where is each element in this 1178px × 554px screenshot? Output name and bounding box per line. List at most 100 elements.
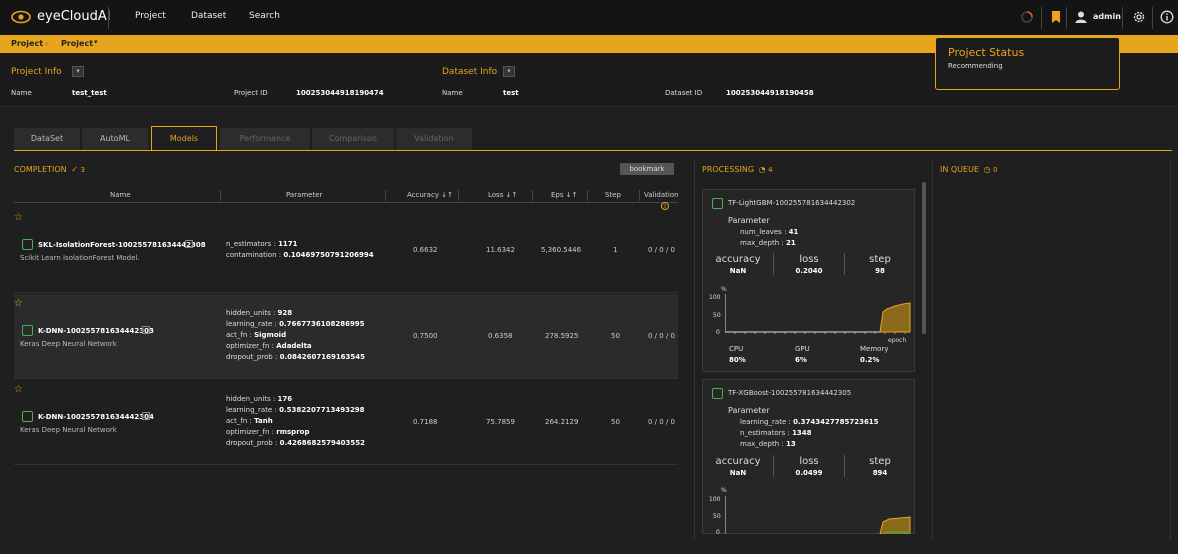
col-accuracy[interactable]: Accuracy ↓↑: [407, 191, 453, 199]
divider: [694, 160, 695, 540]
tab-models[interactable]: Models: [151, 126, 217, 150]
processing-card[interactable]: TF-LightGBM-100255781634442302 Parameter…: [702, 189, 915, 372]
col-eps[interactable]: Eps ↓↑: [551, 191, 577, 199]
usage-gpu: GPU 6%: [795, 345, 810, 364]
divider: [1041, 7, 1042, 29]
model-desc: Keras Deep Neural Network: [20, 426, 117, 434]
loss-value: 75.7859: [486, 418, 515, 426]
step-value: 50: [611, 332, 620, 340]
processing-count: 4: [768, 166, 773, 174]
project-status-popup: Project Status Recommending: [935, 37, 1120, 90]
divider: [220, 190, 221, 201]
col-validation: Validation: [644, 191, 679, 199]
table-row[interactable]: ☆ SKL-IsolationForest-100255781634442308…: [14, 208, 678, 293]
eps-value: 278.5925: [545, 332, 579, 340]
model-name[interactable]: SKL-IsolationForest-100255781634442308: [38, 241, 206, 249]
popup-status: Recommending: [948, 62, 1003, 70]
project-id-value: 100253044918190474: [296, 89, 384, 97]
edit-icon[interactable]: [185, 240, 193, 248]
model-chip-icon: [712, 198, 723, 209]
user-name[interactable]: admin: [1093, 12, 1121, 21]
params: n_estimators : 1171 contamination : 0.10…: [226, 240, 374, 259]
model-name[interactable]: K-DNN-100255781634442304: [38, 413, 154, 421]
col-name: Name: [110, 191, 131, 199]
tab-dataset[interactable]: DataSet: [14, 128, 80, 150]
metric-step: step 98: [869, 254, 891, 275]
star-icon[interactable]: ☆: [14, 298, 23, 309]
breadcrumb-separator: ›: [45, 39, 49, 48]
param-line: num_leaves : 41: [740, 228, 799, 236]
params: hidden_units : 176 learning_rate : 0.538…: [226, 395, 366, 447]
usage-cpu: CPU 80%: [729, 345, 746, 364]
user-icon[interactable]: [1074, 10, 1088, 24]
nav-dataset[interactable]: Dataset: [191, 11, 226, 21]
col-step: Step: [605, 191, 621, 199]
app-name: eyeCloudAI: [37, 9, 111, 24]
divider: [1122, 7, 1123, 29]
completion-header: COMPLETION ✓ 3: [14, 165, 85, 174]
dataset-id-label: Dataset ID: [665, 89, 703, 97]
nav-search[interactable]: Search: [249, 11, 280, 21]
divider: [108, 7, 109, 29]
param-line: max_depth : 13: [740, 440, 796, 448]
processing-card[interactable]: TF-XGBoost-100255781634442305 Parameter …: [702, 379, 915, 536]
model-chip-icon: [712, 388, 723, 399]
sort-icon: ↓↑: [505, 191, 518, 199]
validation-value: 0 / 0 / 0: [648, 332, 675, 340]
model-name[interactable]: K-DNN-100255781634442303: [38, 327, 154, 335]
col-loss[interactable]: Loss ↓↑: [488, 191, 517, 199]
app-logo[interactable]: eyeCloudAI: [11, 9, 111, 24]
chart-tick: 100: [709, 294, 721, 301]
usage-chart: [725, 294, 911, 334]
edit-icon[interactable]: [142, 412, 150, 420]
tab-performance[interactable]: Performance: [220, 128, 310, 150]
gear-icon[interactable]: [1132, 10, 1146, 24]
check-circle-icon: ✓: [71, 165, 78, 174]
chart-tick: 100: [709, 496, 721, 503]
edit-icon[interactable]: [142, 326, 150, 334]
project-name-value: test_test: [72, 89, 107, 97]
scrollbar[interactable]: [922, 182, 926, 334]
popup-title: Project Status: [948, 46, 1025, 59]
tab-automl[interactable]: AutoML: [82, 128, 148, 150]
tab-comparison[interactable]: Comparison: [312, 128, 394, 150]
star-icon[interactable]: ☆: [14, 384, 23, 395]
metric-loss: loss 0.2040: [795, 254, 823, 275]
table-header: Name Parameter Accuracy ↓↑ Loss ↓↑ Eps ↓…: [14, 187, 679, 210]
param-line: learning_rate : 0.3743427785723615: [740, 418, 879, 426]
chevron-down-icon[interactable]: ▾: [94, 38, 98, 46]
table-row[interactable]: ☆ K-DNN-100255781634442303 Keras Deep Ne…: [14, 294, 678, 379]
dataset-name-label: Name: [442, 89, 463, 97]
metric-loss: loss 0.0499: [795, 456, 823, 477]
tab-validation[interactable]: Validation: [396, 128, 472, 150]
param-title: Parameter: [728, 216, 770, 225]
star-icon[interactable]: ☆: [14, 212, 23, 223]
chart-unit: %: [721, 487, 727, 494]
table-row[interactable]: ☆ K-DNN-100255781634442304 Keras Deep Ne…: [14, 380, 678, 465]
metric-step: step 894: [869, 456, 891, 477]
bookmark-button[interactable]: bookmark: [620, 163, 674, 175]
divider: [1152, 7, 1153, 29]
loss-value: 11.6342: [486, 246, 515, 254]
card-model-name: TF-XGBoost-100255781634442305: [728, 389, 852, 397]
eps-value: 264.2129: [545, 418, 579, 426]
bookmark-icon[interactable]: [1049, 10, 1063, 24]
chart-xlabel: epoch: [888, 337, 907, 344]
completion-count: 3: [80, 166, 85, 174]
param-title: Parameter: [728, 406, 770, 415]
divider: [458, 190, 459, 201]
breadcrumb-current[interactable]: Project: [61, 39, 93, 48]
chart-unit: %: [721, 286, 727, 293]
chart-tick: 50: [713, 312, 721, 319]
chevron-down-icon[interactable]: ▾: [72, 66, 84, 77]
dataset-id-value: 100253044918190458: [726, 89, 814, 97]
chevron-down-icon[interactable]: ▾: [503, 66, 515, 77]
loading-icon: ◔: [758, 165, 766, 174]
metric-accuracy: accuracy NaN: [715, 254, 761, 275]
model-chip-icon: [22, 325, 33, 336]
nav-project[interactable]: Project: [135, 11, 166, 21]
breadcrumb-project[interactable]: Project: [11, 39, 43, 48]
info-icon[interactable]: [1160, 10, 1174, 24]
divider: [1170, 160, 1171, 540]
step-value: 1: [613, 246, 618, 254]
